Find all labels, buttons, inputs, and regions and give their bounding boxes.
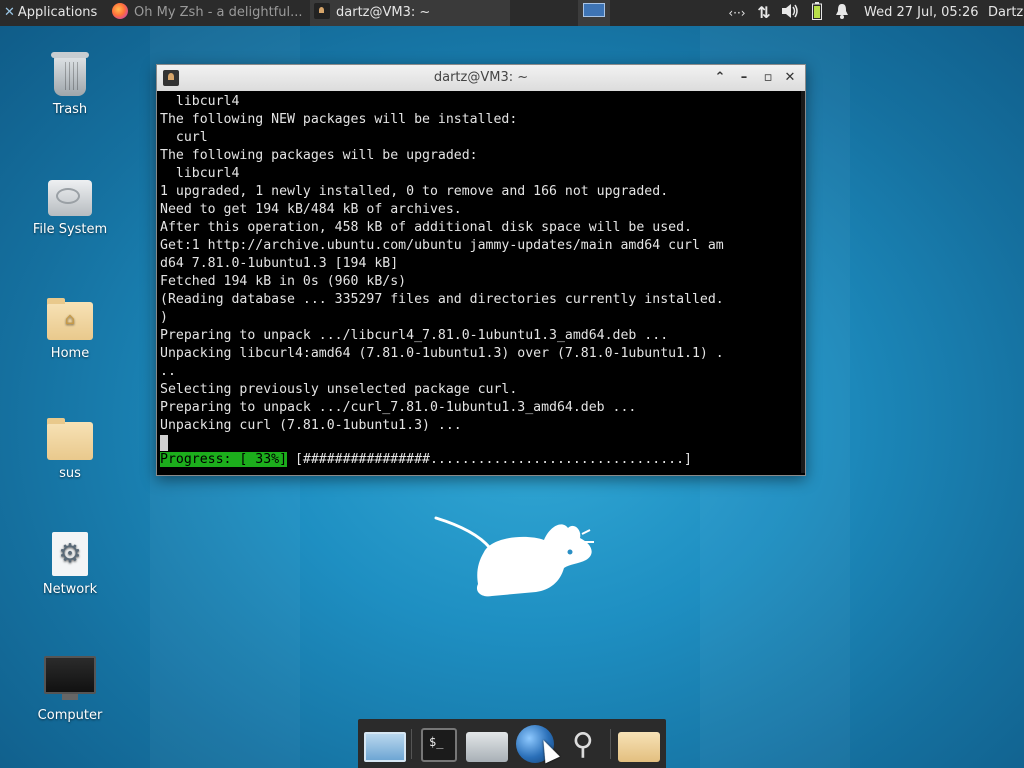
xfce-logo-icon: ✕: [4, 5, 15, 20]
top-panel: ✕ Applications Oh My Zsh - a delightful..…: [0, 0, 1024, 26]
terminal-line: The following packages will be upgraded:: [160, 148, 478, 163]
taskbar-item-firefox[interactable]: Oh My Zsh - a delightful...: [108, 0, 310, 26]
xfce-mouse-logo: [434, 516, 594, 597]
terminal-line: Need to get 194 kB/484 kB of archives.: [160, 202, 462, 217]
dock-separator: [411, 729, 412, 759]
desktop-icon-label: Home: [50, 346, 90, 361]
desktop-icon-label: Computer: [37, 708, 103, 723]
notifications-icon[interactable]: [830, 0, 854, 26]
apt-progress-bar: [################.......................…: [287, 452, 692, 467]
desktop-icon-label: sus: [59, 466, 81, 481]
terminal-line: (Reading database ... 335297 files and d…: [160, 292, 724, 307]
terminal-line: ..: [160, 364, 176, 379]
firefox-icon: [112, 3, 128, 19]
folder-icon: [47, 418, 93, 460]
desktop-icon-label: Trash: [52, 102, 88, 117]
user-menu[interactable]: Dartz: [988, 0, 1024, 26]
terminal-line: ): [160, 310, 168, 325]
desktop-icon-file-system[interactable]: File System: [20, 180, 120, 237]
terminal-line: 1 upgraded, 1 newly installed, 0 to remo…: [160, 184, 669, 199]
desktop-icon-network[interactable]: ⚙ Network: [20, 532, 120, 597]
terminal-line: Unpacking curl (7.81.0-1ubuntu1.3) ...: [160, 418, 462, 433]
desktop-icon-computer[interactable]: Computer: [20, 656, 120, 723]
terminal-line: Preparing to unpack .../curl_7.81.0-1ubu…: [160, 400, 637, 415]
terminal-cursor: [160, 435, 168, 451]
window-shade-button[interactable]: ⌃: [709, 65, 731, 91]
workspace-1[interactable]: [583, 3, 605, 17]
terminal-line: After this operation, 458 kB of addition…: [160, 220, 692, 235]
app-finder-launcher-icon[interactable]: ⚲: [562, 725, 604, 765]
window-minimize-button[interactable]: –: [733, 65, 755, 91]
window-maximize-button[interactable]: ▫: [757, 65, 779, 91]
desktop-icon-trash[interactable]: Trash: [20, 52, 120, 117]
desktop-icon-label: File System: [32, 222, 108, 237]
volume-icon[interactable]: [778, 0, 802, 26]
terminal-app-icon[interactable]: [163, 70, 179, 86]
terminal-launcher-icon[interactable]: $_: [421, 728, 457, 762]
terminal-line: Selecting previously unselected package …: [160, 382, 518, 397]
drive-icon: [48, 180, 92, 216]
folder-launcher-icon[interactable]: [618, 732, 660, 762]
battery-icon[interactable]: [806, 0, 828, 26]
taskbar-item-terminal[interactable]: dartz@VM3: ~: [310, 0, 510, 26]
network-updown-icon[interactable]: ⇅: [752, 0, 776, 26]
terminal-titlebar[interactable]: dartz@VM3: ~ ⌃ – ▫ ✕: [157, 65, 805, 91]
desktop-icon-label: Network: [42, 582, 98, 597]
applications-menu-label: Applications: [17, 5, 98, 20]
applications-menu[interactable]: ✕ Applications: [0, 0, 108, 26]
apt-progress-label: Progress: [ 33%]: [160, 452, 288, 467]
network-icon: ⚙: [52, 532, 88, 576]
terminal-line: Unpacking libcurl4:amd64 (7.81.0-1ubuntu…: [160, 346, 724, 361]
terminal-output[interactable]: libcurl4 The following NEW packages will …: [157, 91, 805, 473]
taskbar-item-label: dartz@VM3: ~: [336, 5, 431, 20]
terminal-line: d64 7.81.0-1ubuntu1.3 [194 kB]: [160, 256, 399, 271]
desktop-icon-sus[interactable]: sus: [20, 418, 120, 481]
home-folder-icon: ⌂: [47, 298, 93, 340]
taskbar-item-label: Oh My Zsh - a delightful...: [134, 5, 303, 20]
show-desktop-icon[interactable]: [364, 732, 406, 762]
workspace-switcher[interactable]: [578, 0, 610, 26]
terminal-line: Get:1 http://archive.ubuntu.com/ubuntu j…: [160, 238, 724, 253]
terminal-line: The following NEW packages will be insta…: [160, 112, 518, 127]
terminal-scrollbar[interactable]: [801, 91, 805, 473]
terminal-line: curl: [160, 130, 208, 145]
window-close-button[interactable]: ✕: [779, 65, 801, 91]
terminal-line: Preparing to unpack .../libcurl4_7.81.0-…: [160, 328, 669, 343]
terminal-line: libcurl4: [160, 166, 240, 181]
terminal-window[interactable]: dartz@VM3: ~ ⌃ – ▫ ✕ libcurl4 The followi…: [156, 64, 806, 476]
clock[interactable]: Wed 27 Jul, 05:26: [864, 0, 982, 26]
terminal-title: dartz@VM3: ~: [433, 70, 529, 85]
desktop-icon-home[interactable]: ⌂ Home: [20, 298, 120, 361]
terminal-lines: libcurl4 The following NEW packages will …: [160, 93, 802, 435]
terminal-line: Fetched 194 kB in 0s (960 kB/s): [160, 274, 407, 289]
bottom-dock: $_ ⚲: [358, 719, 666, 768]
dock-separator: [610, 729, 611, 759]
file-manager-launcher-icon[interactable]: [466, 732, 508, 762]
terminal-icon: [314, 3, 330, 19]
network-indicator-icon[interactable]: ‹··›: [724, 0, 750, 26]
trash-icon: [51, 52, 89, 96]
apt-progress-line: Progress: [ 33%] [################......…: [160, 451, 692, 469]
monitor-icon: [44, 656, 96, 700]
terminal-line: libcurl4: [160, 94, 240, 109]
